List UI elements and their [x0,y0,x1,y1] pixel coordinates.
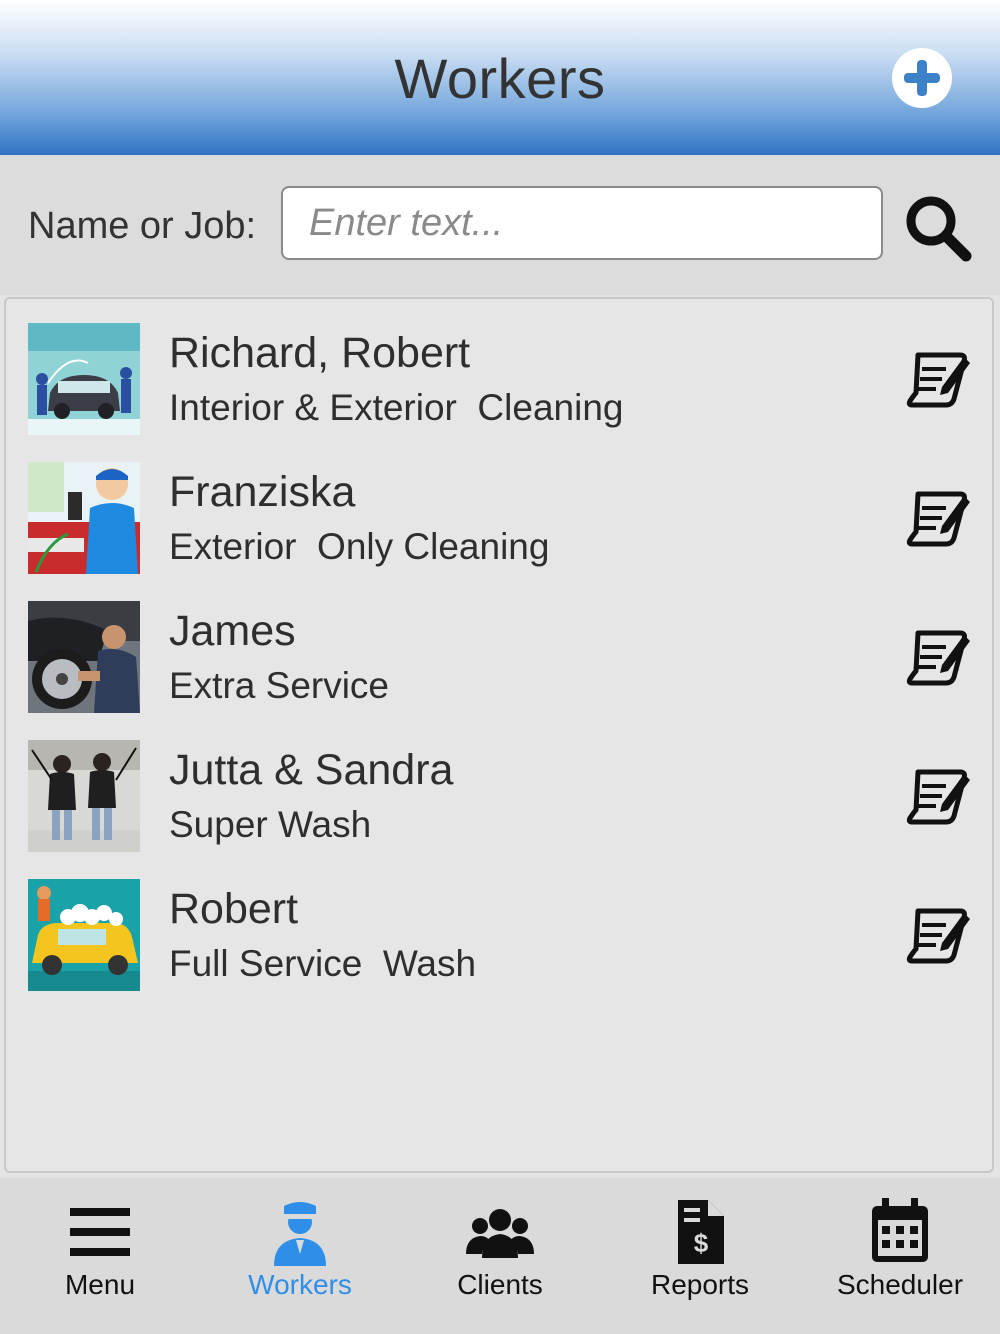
page-title: Workers [394,47,606,110]
worker-icon [274,1202,326,1266]
worker-job: Super Wash [169,804,372,845]
header-bar: Workers [0,0,1000,155]
worker-photo [28,879,140,991]
worker-job: Full Service Wash [169,943,477,984]
edit-note-icon[interactable] [906,486,972,552]
tab-label: Menu [64,1269,136,1300]
worker-photo [28,740,140,852]
worker-job: Interior & Exterior Cleaning [169,387,624,428]
worker-name: Franziska [169,468,356,516]
invoice-icon: $ [678,1200,724,1264]
tab-clients[interactable]: Clients [400,1178,600,1334]
search-bar: Name or Job: [0,155,1000,295]
worker-row[interactable]: James Extra Service [6,577,996,716]
edit-note-icon[interactable] [906,625,972,691]
worker-name: Richard, Robert [169,329,471,377]
calendar-icon [872,1198,928,1262]
tab-menu[interactable]: Menu [0,1178,200,1334]
tab-label: Scheduler [836,1269,964,1300]
worker-row[interactable]: Richard, Robert Interior & Exterior Clea… [6,299,996,438]
worker-row[interactable]: Jutta & Sandra Super Wash [6,716,996,855]
worker-photo [28,601,140,713]
add-worker-button[interactable] [892,48,952,108]
worker-name: Jutta & Sandra [169,746,454,794]
edit-note-icon[interactable] [906,764,972,830]
search-input[interactable] [281,186,883,260]
worker-row[interactable]: Franziska Exterior Only Cleaning [6,438,996,577]
bottom-tab-bar: Menu Workers Clients $ Reports Scheduler [0,1178,1000,1334]
tab-label: Workers [248,1269,352,1300]
worker-photo [28,323,140,435]
worker-job: Exterior Only Cleaning [169,526,550,567]
worker-photo [28,462,140,574]
worker-list: Richard, Robert Interior & Exterior Clea… [4,297,994,1173]
group-icon [466,1209,534,1258]
tab-label: Reports [650,1269,750,1300]
edit-note-icon[interactable] [906,903,972,969]
tab-reports[interactable]: $ Reports [600,1178,800,1334]
worker-job: Extra Service [169,665,390,706]
worker-row[interactable]: Robert Full Service Wash [6,855,996,994]
svg-text:$: $ [694,1228,709,1258]
worker-name: Robert [169,885,299,933]
tab-label: Clients [457,1269,543,1300]
tab-scheduler[interactable]: Scheduler [800,1178,1000,1334]
hamburger-icon [70,1208,130,1256]
worker-name: James [169,607,296,655]
search-icon[interactable] [903,193,973,263]
tab-workers[interactable]: Workers [200,1178,400,1334]
edit-note-icon[interactable] [906,347,972,413]
search-label: Name or Job: [28,205,257,247]
